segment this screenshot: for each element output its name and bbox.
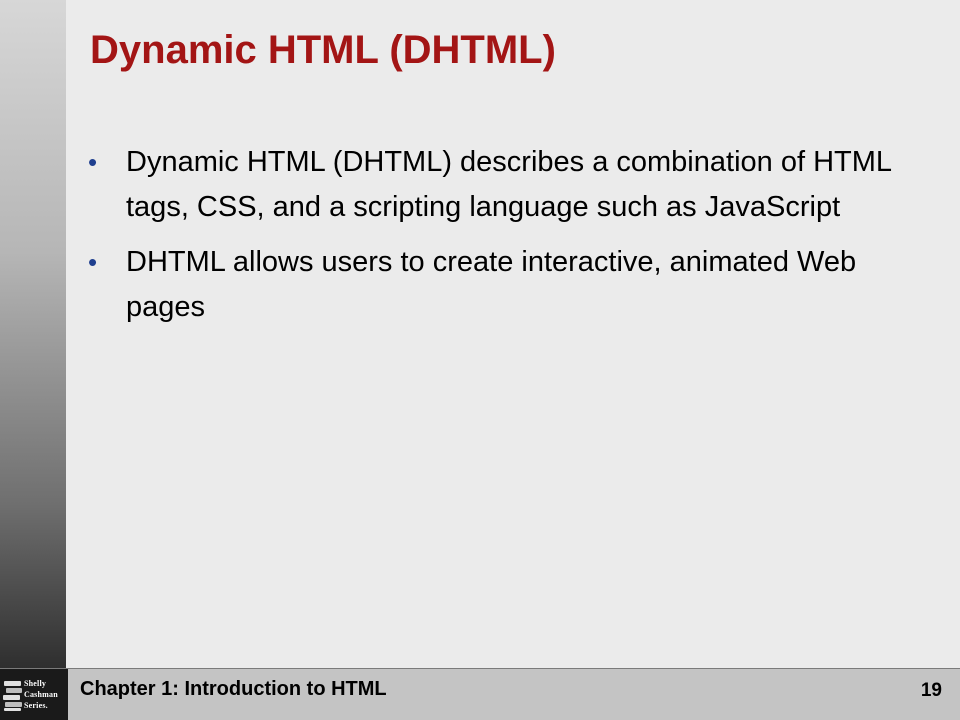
logo-text: Shelly Cashman Series. [24, 678, 58, 711]
logo-line: Cashman [24, 690, 58, 699]
page-number: 19 [920, 680, 942, 701]
sidebar-gradient [0, 0, 66, 720]
bullet-text: DHTML allows users to create interactive… [126, 246, 857, 323]
shelly-cashman-logo: Shelly Cashman Series. [0, 669, 68, 720]
stacked-books-icon [3, 681, 22, 711]
bullet-list: • Dynamic HTML (DHTML) describes a combi… [88, 140, 938, 340]
footer-chapter-title: Chapter 1: Introduction to HTML [80, 678, 387, 700]
bullet-dot-icon: • [88, 147, 98, 177]
bullet-dot-icon: • [88, 247, 98, 277]
slide-title: Dynamic HTML (DHTML) [90, 28, 556, 72]
bullet-text: Dynamic HTML (DHTML) describes a combina… [126, 146, 891, 223]
footer-bar: Shelly Cashman Series. Chapter 1: Introd… [0, 668, 960, 720]
logo-line: Shelly [24, 679, 47, 688]
bullet-item: • DHTML allows users to create interacti… [88, 240, 938, 330]
logo-line: Series. [24, 701, 48, 710]
bullet-item: • Dynamic HTML (DHTML) describes a combi… [88, 140, 938, 230]
